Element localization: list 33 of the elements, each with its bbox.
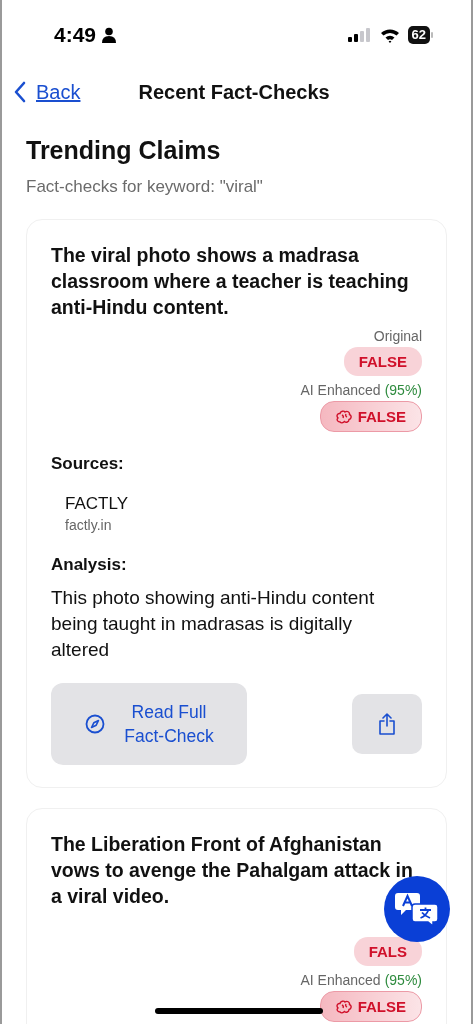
claim-text: The viral photo shows a madrasa classroom where a teacher is teaching anti-Hindu content.	[51, 243, 410, 320]
read-full-button[interactable]: Read Full Fact-Check	[51, 683, 247, 765]
verdict-label: AI Enhanced	[300, 972, 381, 988]
sources-heading: Sources:	[51, 454, 125, 474]
analysis-text: This photo showing anti-Hindu content being taught in madrasas is digitally altered	[51, 586, 376, 662]
wifi-icon	[379, 27, 400, 43]
verdict-badge: FALS	[353, 937, 422, 966]
ai-verdict-badge: FALSE	[319, 401, 422, 432]
brain-icon	[335, 409, 352, 424]
share-icon	[378, 713, 396, 735]
signal-icon	[347, 28, 372, 42]
confidence-text: (95%)	[384, 382, 422, 398]
translate-icon	[395, 891, 439, 927]
verdict-badge: FALSE	[343, 347, 422, 376]
status-time: 4:49	[54, 23, 97, 47]
verdict-label: AI Enhanced	[300, 382, 381, 398]
source-domain: factly.in	[65, 517, 113, 533]
screen-title: Recent Fact-Checks	[138, 80, 330, 104]
brain-icon	[335, 999, 352, 1014]
source-name: FACTLY	[65, 494, 129, 514]
share-button[interactable]	[352, 694, 422, 754]
chevron-left-icon	[14, 81, 26, 103]
analysis-heading: Analysis:	[51, 555, 128, 575]
claim-text: The Liberation Front of Afghanistan vows to avenge the Pahalgam attack in a viral video.	[51, 832, 414, 909]
ai-verdict-badge: FALSE	[319, 991, 422, 1022]
confidence-text: (95%)	[384, 972, 422, 988]
page-subtitle: Fact-checks for keyword: "viral"	[26, 177, 264, 197]
verdict-label: Original	[373, 328, 422, 344]
compass-icon	[85, 714, 105, 734]
battery-icon: 62	[407, 26, 433, 44]
back-button[interactable]: Back	[14, 80, 81, 104]
person-icon	[102, 27, 117, 43]
page-heading: Trending Claims	[26, 136, 222, 165]
